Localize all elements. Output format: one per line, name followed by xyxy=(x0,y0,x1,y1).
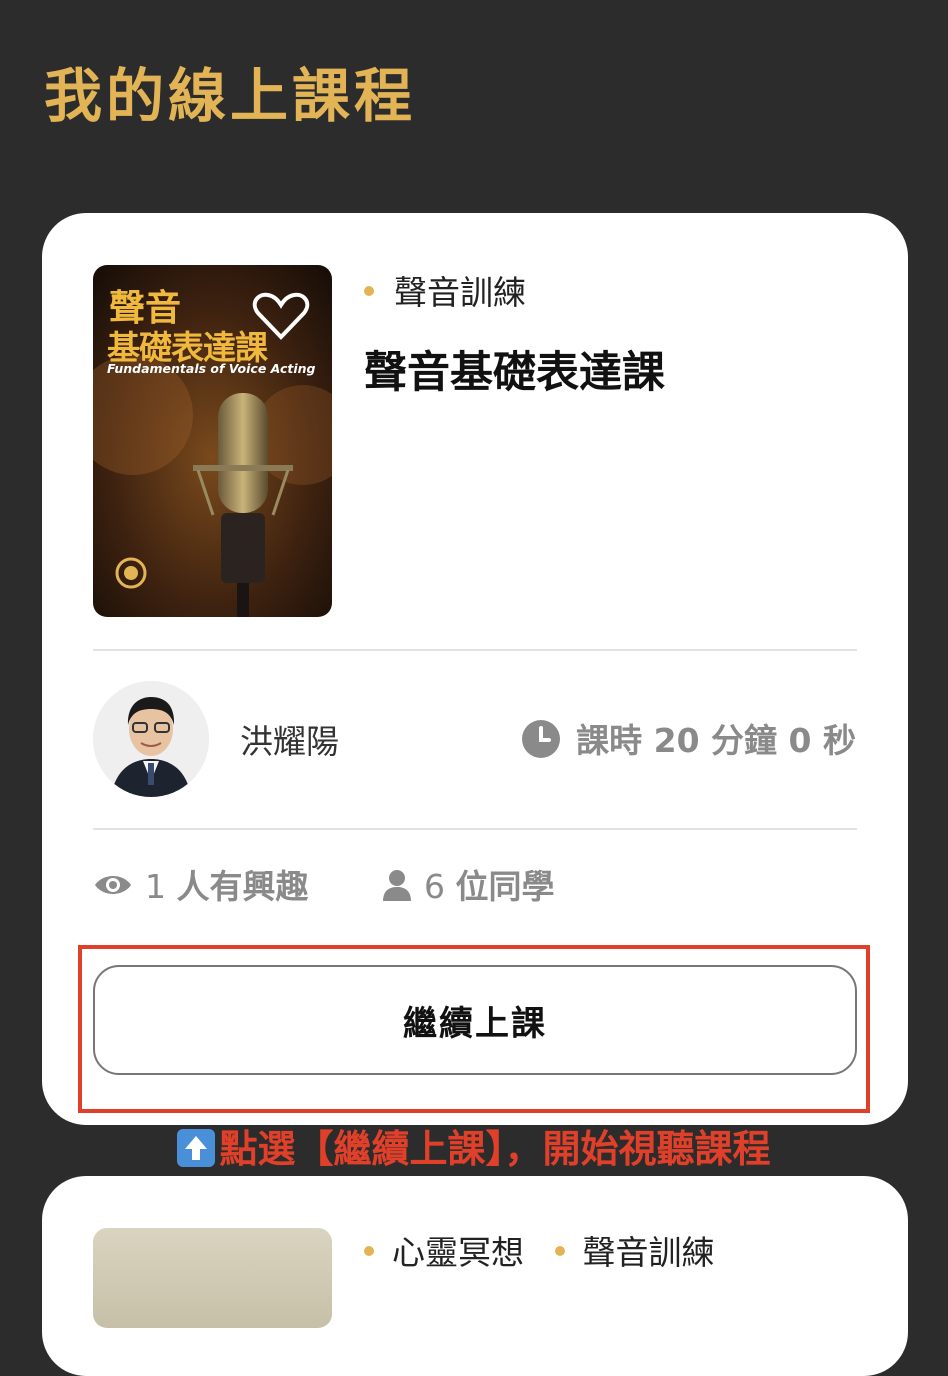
next-course-categories: 心靈冥想 聲音訓練 xyxy=(364,1226,715,1274)
eye-icon xyxy=(95,875,131,894)
brand-logo-icon xyxy=(115,557,147,589)
category-label: 聲音訓練 xyxy=(394,273,526,312)
students-count: 6 xyxy=(424,867,445,906)
interested-label: 人有興趣 xyxy=(176,867,309,906)
annotation-highlight-box xyxy=(78,945,870,1113)
course-category: 聲音訓練 xyxy=(364,269,526,317)
user-icon xyxy=(383,869,411,901)
course-cover-image[interactable]: 聲音 基礎表達課 Fundamentals of Voice Acting xyxy=(93,265,332,617)
hint-label: 點選【繼續上課】，開始視聽課程 xyxy=(219,1127,771,1171)
next-category-2: 聲音訓練 xyxy=(582,1233,715,1272)
heart-icon[interactable] xyxy=(252,291,310,341)
divider xyxy=(93,649,857,651)
category-dot xyxy=(364,285,374,296)
next-category-1: 心靈冥想 xyxy=(392,1233,524,1272)
category-dot xyxy=(364,1245,374,1256)
interested-count: 1 xyxy=(145,867,166,906)
clock-icon xyxy=(522,719,561,758)
teacher-name: 洪耀陽 xyxy=(240,722,339,761)
course-title[interactable]: 聲音基礎表達課 xyxy=(364,343,665,403)
hint-text: 點選【繼續上課】，開始視聽課程 xyxy=(0,1124,948,1174)
divider xyxy=(93,828,857,830)
interested-stat: 1 人有興趣 xyxy=(93,863,309,911)
cover-subtitle: Fundamentals of Voice Acting xyxy=(107,361,316,376)
students-stat: 6 位同學 xyxy=(382,863,555,911)
duration-text: 課時 20 分鐘 0 秒 xyxy=(576,721,856,760)
category-dot xyxy=(554,1245,565,1256)
course-duration: 課時 20 分鐘 0 秒 xyxy=(522,717,856,765)
page-title: 我的線上課程 xyxy=(44,62,417,130)
course-card-next: 心靈冥想 聲音訓練 xyxy=(42,1176,908,1376)
teacher-portrait xyxy=(93,681,209,797)
avatar xyxy=(93,681,209,797)
next-course-cover-image[interactable] xyxy=(93,1228,332,1328)
up-arrow-icon xyxy=(177,1128,216,1167)
students-label: 位同學 xyxy=(455,867,555,906)
